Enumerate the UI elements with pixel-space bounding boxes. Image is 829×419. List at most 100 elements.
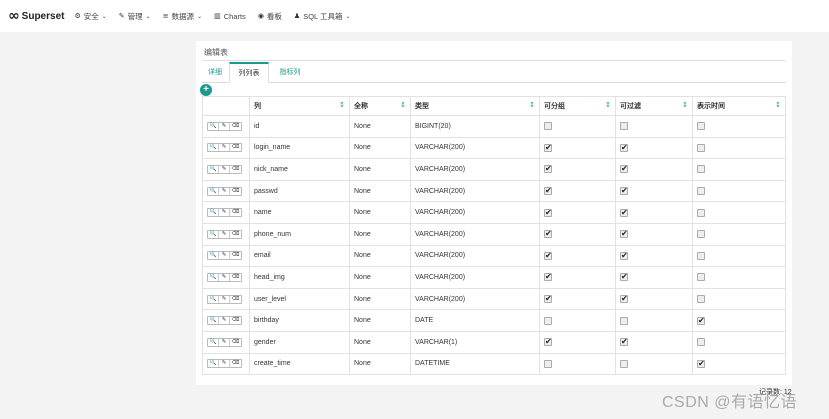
sort-icon[interactable]: ↕ (339, 101, 345, 109)
edit-icon[interactable]: ✎ (219, 273, 230, 281)
eraser-icon[interactable]: ⌫ (230, 339, 241, 346)
nav-dashboard-link[interactable]: ◉ 看板 (258, 11, 282, 22)
header-column[interactable]: 列 ↕ (249, 96, 350, 116)
edit-icon[interactable]: ✎ (219, 187, 230, 195)
edit-icon[interactable]: ✎ (219, 295, 230, 303)
is-time-checkbox[interactable] (697, 273, 705, 282)
nav-charts-link[interactable]: ▥ Charts (214, 12, 246, 21)
groupable-checkbox[interactable] (544, 229, 552, 239)
header-is-time[interactable]: 表示时间 ↕ (692, 96, 786, 116)
add-column-button[interactable]: + (200, 84, 212, 96)
nav-security-menu[interactable]: ⚙ 安全 ⌄ (74, 11, 106, 22)
cell-is-time (692, 352, 786, 376)
filterable-checkbox[interactable] (620, 186, 628, 196)
eraser-icon[interactable]: ⌫ (230, 252, 241, 259)
is-time-checkbox[interactable] (697, 230, 705, 239)
cell-column: name (249, 201, 350, 224)
eraser-icon[interactable]: ⌫ (230, 144, 241, 151)
header-type[interactable]: 类型 ↕ (410, 96, 540, 116)
search-icon[interactable]: 🔍 (208, 317, 219, 325)
filterable-checkbox[interactable] (620, 251, 628, 261)
filterable-checkbox[interactable] (620, 272, 628, 282)
edit-icon[interactable]: ✎ (219, 144, 230, 152)
groupable-checkbox[interactable] (544, 272, 552, 282)
filterable-checkbox[interactable] (620, 208, 628, 218)
is-time-checkbox[interactable] (697, 165, 705, 174)
groupable-checkbox[interactable] (544, 143, 552, 153)
search-icon[interactable]: 🔍 (208, 230, 219, 238)
filterable-checkbox[interactable] (620, 143, 628, 153)
brand[interactable]: ∞ Superset (8, 8, 64, 24)
sort-icon[interactable]: ↕ (605, 101, 611, 109)
search-icon[interactable]: 🔍 (208, 252, 219, 260)
search-icon[interactable]: 🔍 (208, 144, 219, 152)
filterable-checkbox[interactable] (620, 337, 628, 347)
eraser-icon[interactable]: ⌫ (230, 209, 241, 216)
edit-icon[interactable]: ✎ (219, 338, 230, 346)
is-time-checkbox[interactable] (697, 316, 705, 326)
nav-sql-toolbox-menu[interactable]: ♟ SQL 工具箱 ⌄ (294, 11, 351, 22)
filterable-checkbox[interactable] (620, 122, 628, 131)
groupable-checkbox[interactable] (544, 208, 552, 218)
eraser-icon[interactable]: ⌫ (230, 296, 241, 303)
edit-icon[interactable]: ✎ (219, 230, 230, 238)
groupable-checkbox[interactable] (544, 316, 552, 325)
is-time-checkbox[interactable] (697, 338, 705, 347)
sort-icon[interactable]: ↕ (400, 101, 406, 109)
header-filterable[interactable]: 可过滤 ↕ (615, 96, 693, 116)
groupable-checkbox[interactable] (544, 164, 552, 174)
search-icon[interactable]: 🔍 (208, 338, 219, 346)
eraser-icon[interactable]: ⌫ (230, 231, 241, 238)
edit-icon[interactable]: ✎ (219, 122, 230, 130)
edit-icon[interactable]: ✎ (219, 209, 230, 217)
nav-manage-menu[interactable]: ✎ 管理 ⌄ (119, 11, 151, 22)
groupable-checkbox[interactable] (544, 359, 552, 368)
csdn-watermark: CSDN @有语忆语 (662, 394, 798, 411)
groupable-checkbox[interactable] (544, 294, 552, 304)
action-group: 🔍 ✎ ⌫ (207, 272, 242, 282)
action-group: 🔍 ✎ ⌫ (207, 316, 242, 326)
is-time-checkbox[interactable] (697, 208, 705, 217)
eraser-icon[interactable]: ⌫ (230, 317, 241, 324)
filterable-checkbox[interactable] (620, 229, 628, 239)
search-icon[interactable]: 🔍 (208, 165, 219, 173)
search-icon[interactable]: 🔍 (208, 360, 219, 368)
sort-icon[interactable]: ↕ (775, 101, 781, 109)
edit-icon[interactable]: ✎ (219, 165, 230, 173)
groupable-checkbox[interactable] (544, 337, 552, 347)
eraser-icon[interactable]: ⌫ (230, 360, 241, 367)
tab-details[interactable]: 详细 (202, 62, 228, 83)
search-icon[interactable]: 🔍 (208, 209, 219, 217)
groupable-checkbox[interactable] (544, 122, 552, 131)
edit-icon[interactable]: ✎ (219, 252, 230, 260)
tab-metrics[interactable]: 指标列 (272, 62, 308, 83)
filterable-checkbox[interactable] (620, 294, 628, 304)
tab-columns[interactable]: 列列表 (229, 62, 269, 83)
eraser-icon[interactable]: ⌫ (230, 166, 241, 173)
search-icon[interactable]: 🔍 (208, 273, 219, 281)
is-time-checkbox[interactable] (697, 187, 705, 196)
search-icon[interactable]: 🔍 (208, 295, 219, 303)
is-time-checkbox[interactable] (697, 359, 705, 369)
eraser-icon[interactable]: ⌫ (230, 188, 241, 195)
nav-datasource-menu[interactable]: ≡ 数据源 ⌄ (163, 11, 202, 22)
eraser-icon[interactable]: ⌫ (230, 274, 241, 281)
is-time-checkbox[interactable] (697, 295, 705, 304)
header-groupable[interactable]: 可分组 ↕ (539, 96, 616, 116)
filterable-checkbox[interactable] (620, 316, 628, 325)
filterable-checkbox[interactable] (620, 164, 628, 174)
header-fullname[interactable]: 全称 ↕ (349, 96, 411, 116)
groupable-checkbox[interactable] (544, 251, 552, 261)
eraser-icon[interactable]: ⌫ (230, 123, 241, 130)
edit-icon[interactable]: ✎ (219, 360, 230, 368)
search-icon[interactable]: 🔍 (208, 122, 219, 130)
search-icon[interactable]: 🔍 (208, 187, 219, 195)
is-time-checkbox[interactable] (697, 251, 705, 260)
filterable-checkbox[interactable] (620, 359, 628, 368)
edit-icon[interactable]: ✎ (219, 317, 230, 325)
is-time-checkbox[interactable] (697, 122, 705, 131)
groupable-checkbox[interactable] (544, 186, 552, 196)
sort-icon[interactable]: ↕ (529, 101, 535, 109)
is-time-checkbox[interactable] (697, 143, 705, 152)
sort-icon[interactable]: ↕ (682, 101, 688, 109)
